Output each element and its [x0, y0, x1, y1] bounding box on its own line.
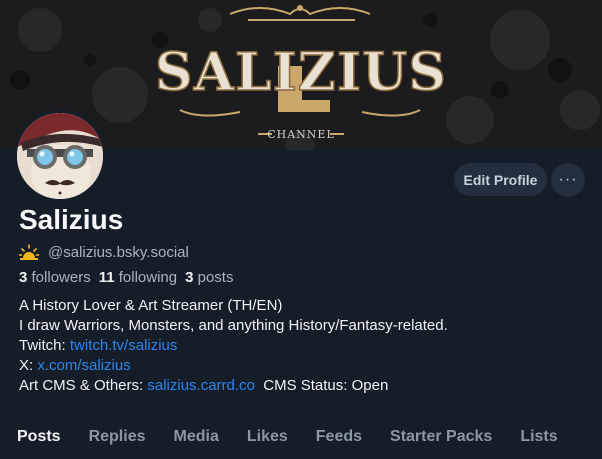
avatar[interactable] [14, 110, 106, 202]
edit-profile-button[interactable]: Edit Profile [454, 163, 547, 196]
handle[interactable]: @salizius.bsky.social [48, 244, 189, 261]
twitch-prefix: Twitch: [19, 337, 70, 354]
avatar-image [17, 113, 103, 199]
following-stat[interactable]: 11 following [99, 269, 177, 286]
bio-line: I draw Warriors, Monsters, and anything … [19, 317, 448, 334]
cms-prefix: Art CMS & Others: [19, 377, 148, 394]
followers-count: 3 [19, 269, 28, 286]
more-options-button[interactable]: ··· [551, 163, 585, 197]
posts-stat: 3 posts [185, 269, 233, 286]
followers-label: followers [31, 269, 91, 286]
following-label: following [118, 269, 178, 286]
x-prefix: X: [19, 357, 38, 374]
bio-twitch-line: Twitch: twitch.tv/salizius [19, 336, 448, 356]
followers-stat[interactable]: 3 followers [19, 269, 91, 286]
bio-x-line: X: x.com/salizius [19, 356, 448, 376]
sun-icon [19, 244, 39, 260]
twitch-link[interactable]: twitch.tv/salizius [70, 337, 178, 354]
tab-feeds[interactable]: Feeds [316, 420, 362, 459]
tab-likes[interactable]: Likes [247, 420, 288, 459]
tab-replies[interactable]: Replies [89, 420, 146, 459]
tab-starter-packs[interactable]: Starter Packs [390, 420, 492, 459]
profile-stats: 3 followers 11 following 3 posts [19, 269, 241, 286]
logo-title: SALIZIUS [155, 42, 447, 103]
logo-subtitle: CHANNEL [267, 128, 335, 141]
following-count: 11 [98, 269, 115, 286]
ellipsis-icon: ··· [558, 171, 578, 188]
tab-lists[interactable]: Lists [520, 420, 557, 459]
cms-status: CMS Status: Open [263, 377, 389, 394]
bio-line: A History Lover & Art Streamer (TH/EN) [19, 297, 283, 314]
profile-bio: A History Lover & Art Streamer (TH/EN) I… [19, 296, 448, 396]
display-name: Salizius [19, 204, 124, 235]
profile-tabs: Posts Replies Media Likes Feeds Starter … [0, 420, 602, 459]
posts-count: 3 [185, 269, 194, 286]
bio-cms-line: Art CMS & Others: salizius.carrd.co CMS … [19, 376, 448, 396]
x-link[interactable]: x.com/salizius [37, 357, 130, 374]
handle-row: @salizius.bsky.social [19, 242, 189, 262]
cms-link[interactable]: salizius.carrd.co [147, 377, 255, 394]
tab-media[interactable]: Media [174, 420, 219, 459]
posts-label: posts [197, 269, 234, 286]
tab-posts[interactable]: Posts [17, 420, 61, 459]
